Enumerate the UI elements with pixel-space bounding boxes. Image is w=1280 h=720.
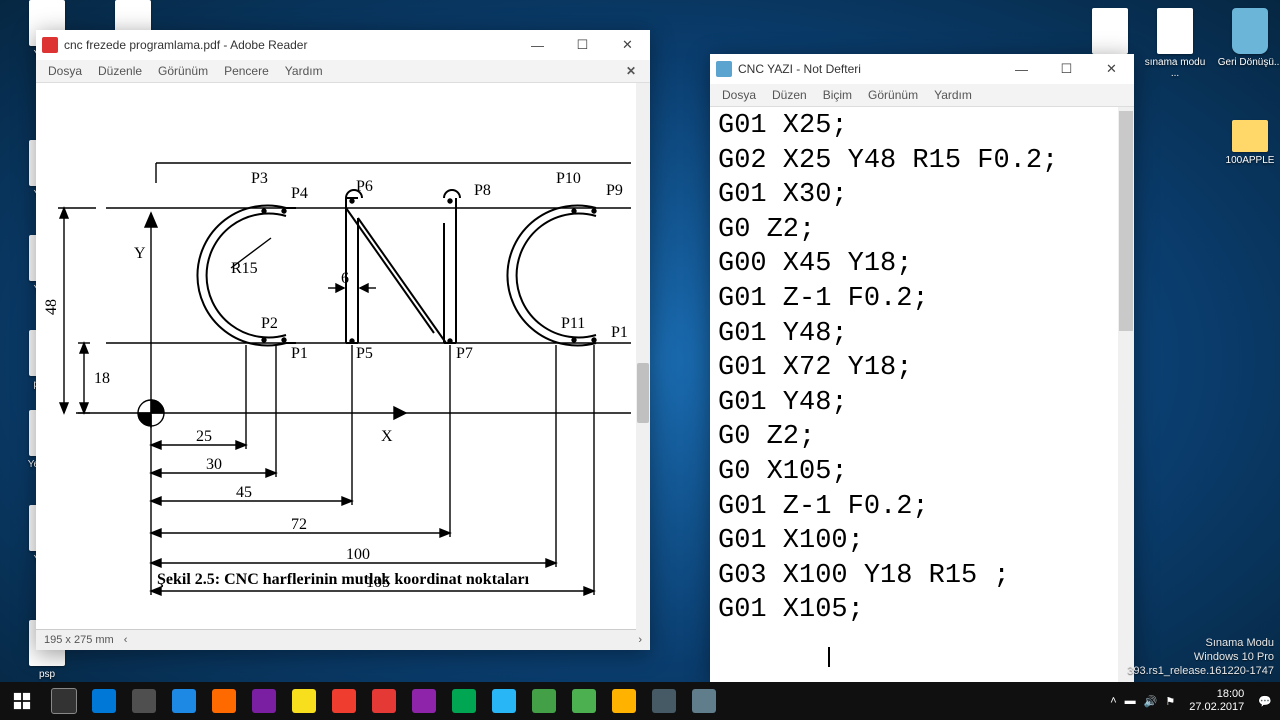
svg-text:P6: P6 — [356, 178, 373, 195]
taskbar-app[interactable] — [364, 682, 404, 720]
desktop-icon[interactable]: 100APPLE — [1215, 110, 1280, 166]
svg-text:P8: P8 — [474, 182, 491, 199]
taskbar-app[interactable] — [244, 682, 284, 720]
notifications-icon[interactable]: 💬 — [1258, 695, 1272, 708]
start-button[interactable] — [0, 682, 44, 720]
adobe-title: cnc frezede programlama.pdf - Adobe Read… — [64, 38, 515, 52]
taskbar-app[interactable] — [124, 682, 164, 720]
adobe-titlebar[interactable]: cnc frezede programlama.pdf - Adobe Read… — [36, 30, 650, 60]
pdf-icon — [42, 37, 58, 53]
minimize-button[interactable]: ― — [999, 54, 1044, 84]
cnc-diagram: Y X R15 6 P1 P2 P3 P4 P5 P6 P7 P8 — [36, 83, 636, 629]
svg-text:P7: P7 — [456, 345, 473, 362]
menu-duzen[interactable]: Düzen — [764, 86, 815, 104]
menu-gorunum[interactable]: Görünüm — [150, 62, 216, 80]
page-size: 195 x 275 mm — [44, 634, 114, 646]
tray-flag-icon[interactable]: ⚑ — [1165, 695, 1175, 708]
desktop-icon[interactable]: Geri Dönüşü... — [1215, 8, 1280, 68]
figure-caption: Şekil 2.5: CNC harflerinin mutlak koordi… — [36, 571, 650, 589]
menu-yardim[interactable]: Yardım — [277, 62, 331, 80]
svg-text:Y: Y — [134, 245, 146, 262]
svg-text:R15: R15 — [231, 260, 258, 277]
svg-text:P5: P5 — [356, 345, 373, 362]
tray-volume-icon[interactable]: 🔊 — [1144, 695, 1158, 708]
taskbar-clock[interactable]: 18:0027.02.2017 — [1183, 688, 1250, 714]
notepad-menubar[interactable]: Dosya Düzen Biçim Görünüm Yardım — [710, 84, 1134, 107]
svg-text:X: X — [381, 428, 393, 445]
doc-close-icon[interactable]: ✕ — [618, 62, 644, 80]
tray-network-icon[interactable]: ▬ — [1125, 695, 1136, 707]
menu-gorunum[interactable]: Görünüm — [860, 86, 926, 104]
notepad-textarea[interactable]: G01 X25; G02 X25 Y48 R15 F0.2; G01 X30; … — [710, 107, 1134, 682]
desktop-icon[interactable]: sınama modu ... — [1140, 8, 1210, 79]
tray-chevron-icon[interactable]: ˄ — [1110, 695, 1116, 707]
adobe-vscrollbar[interactable] — [636, 83, 650, 630]
taskbar-app[interactable] — [484, 682, 524, 720]
taskbar[interactable]: ˄ ▬ 🔊 ⚑ 18:0027.02.2017 💬 — [0, 682, 1280, 720]
adobe-hscrollbar[interactable] — [124, 634, 642, 646]
adobe-statusbar: 195 x 275 mm — [36, 629, 650, 650]
taskbar-app[interactable] — [164, 682, 204, 720]
taskbar-app[interactable] — [284, 682, 324, 720]
menu-pencere[interactable]: Pencere — [216, 62, 277, 80]
taskbar-app[interactable] — [524, 682, 564, 720]
adobe-menubar[interactable]: Dosya Düzenle Görünüm Pencere Yardım ✕ — [36, 60, 650, 83]
notepad-vscrollbar[interactable] — [1118, 107, 1134, 682]
adobe-document-area[interactable]: Y X R15 6 P1 P2 P3 P4 P5 P6 P7 P8 — [36, 83, 650, 650]
menu-dosya[interactable]: Dosya — [714, 86, 764, 104]
close-button[interactable]: ✕ — [605, 30, 650, 60]
notepad-icon — [716, 61, 732, 77]
svg-text:P9: P9 — [606, 182, 623, 199]
svg-text:48: 48 — [43, 299, 60, 315]
menu-bicim[interactable]: Biçim — [815, 86, 860, 104]
svg-text:25: 25 — [196, 428, 212, 445]
svg-text:45: 45 — [236, 484, 252, 501]
taskbar-app[interactable] — [604, 682, 644, 720]
menu-dosya[interactable]: Dosya — [40, 62, 90, 80]
menu-yardim[interactable]: Yardım — [926, 86, 980, 104]
system-tray[interactable]: ˄ ▬ 🔊 ⚑ 18:0027.02.2017 💬 — [1102, 688, 1280, 714]
svg-text:P4: P4 — [291, 185, 308, 202]
taskbar-app[interactable] — [204, 682, 244, 720]
desktop-icon[interactable] — [1075, 8, 1145, 57]
notepad-titlebar[interactable]: CNC YAZI - Not Defteri ― ☐ ✕ — [710, 54, 1134, 84]
svg-text:P1: P1 — [291, 345, 308, 362]
svg-text:30: 30 — [206, 456, 222, 473]
svg-text:18: 18 — [94, 370, 110, 387]
maximize-button[interactable]: ☐ — [1044, 54, 1089, 84]
minimize-button[interactable]: ― — [515, 30, 560, 60]
svg-text:P2: P2 — [261, 315, 278, 332]
maximize-button[interactable]: ☐ — [560, 30, 605, 60]
svg-text:72: 72 — [291, 516, 307, 533]
svg-text:P3: P3 — [251, 170, 268, 187]
taskbar-app[interactable] — [684, 682, 724, 720]
windows-watermark: Sınama ModuWindows 10 Pro393.rs1_release… — [1127, 636, 1274, 678]
svg-text:100: 100 — [346, 546, 370, 563]
svg-text:P10: P10 — [556, 170, 581, 187]
close-button[interactable]: ✕ — [1089, 54, 1134, 84]
svg-text:6: 6 — [341, 270, 349, 287]
taskbar-app[interactable] — [644, 682, 684, 720]
taskbar-app[interactable] — [404, 682, 444, 720]
notepad-window[interactable]: CNC YAZI - Not Defteri ― ☐ ✕ Dosya Düzen… — [710, 54, 1134, 682]
adobe-reader-window[interactable]: cnc frezede programlama.pdf - Adobe Read… — [36, 30, 650, 650]
text-cursor — [828, 647, 830, 667]
notepad-title: CNC YAZI - Not Defteri — [738, 62, 999, 76]
menu-duzenle[interactable]: Düzenle — [90, 62, 150, 80]
taskbar-app[interactable] — [324, 682, 364, 720]
taskbar-app[interactable] — [84, 682, 124, 720]
taskbar-app[interactable] — [564, 682, 604, 720]
svg-text:P1: P1 — [611, 324, 628, 341]
taskbar-app[interactable] — [444, 682, 484, 720]
desktop[interactable]: Yeni kYeni kYeni kYeni kpowerYeni k (3Ye… — [0, 0, 1280, 720]
svg-text:P11: P11 — [561, 315, 585, 332]
task-view-icon[interactable] — [44, 682, 84, 720]
